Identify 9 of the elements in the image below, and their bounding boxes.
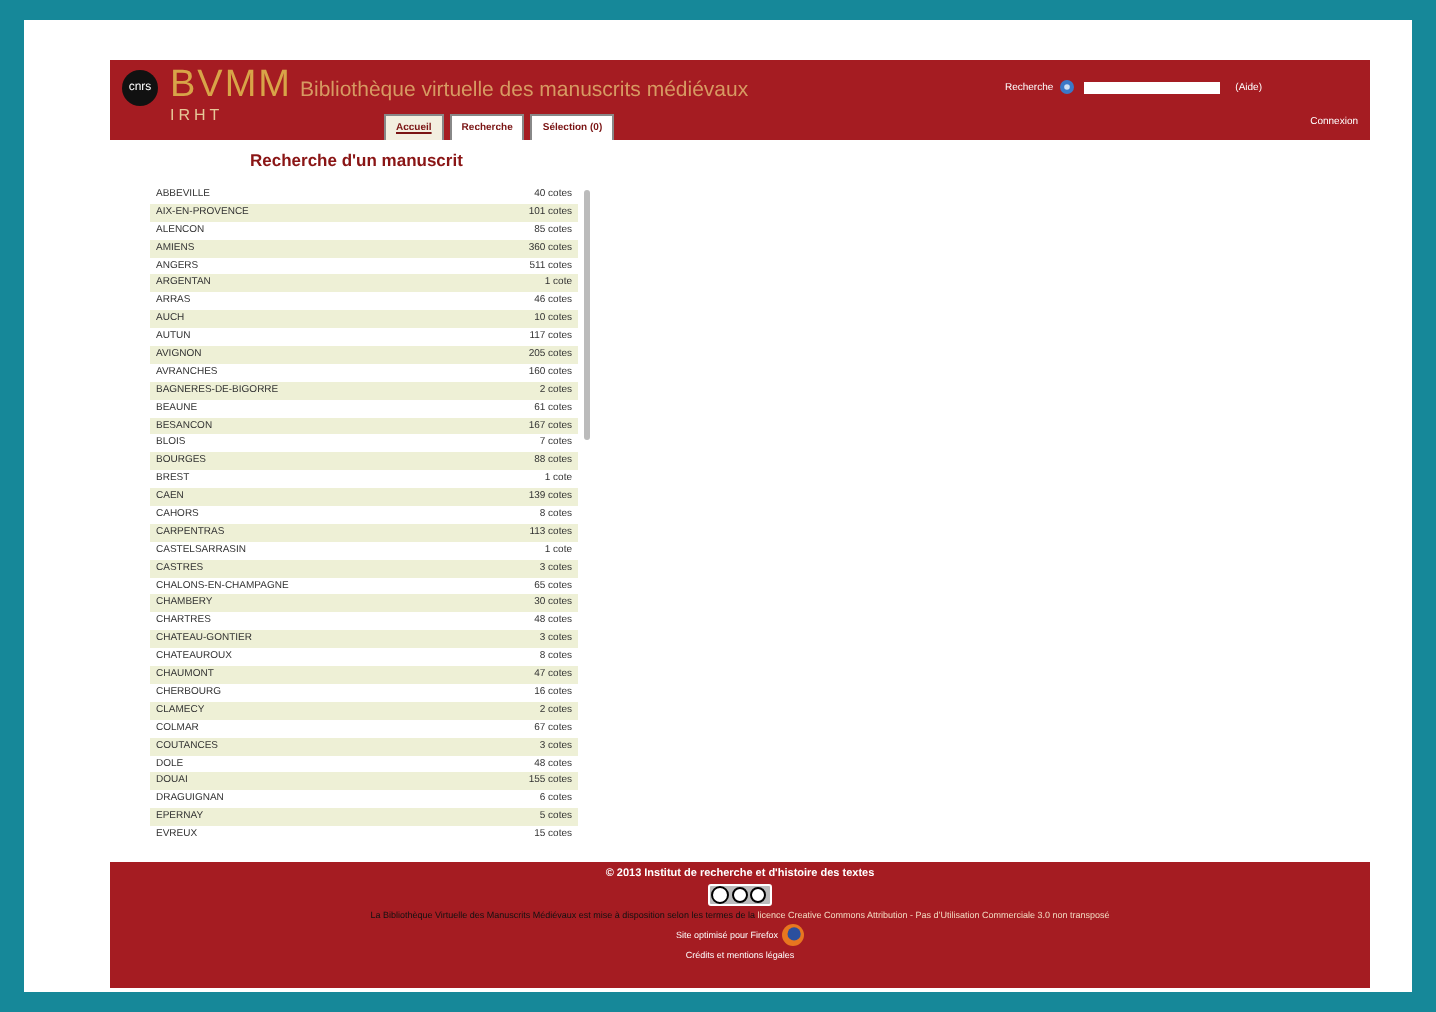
scrollbar[interactable]: [584, 190, 590, 440]
globe-icon: [782, 924, 805, 946]
brand-name: BVMM: [170, 66, 292, 106]
help-icon[interactable]: [1059, 80, 1074, 94]
site-title: Bibliothèque virtuelle des manuscrits médiévaux: [300, 78, 749, 102]
page-heading: Recherche d'un manuscrit: [250, 150, 465, 170]
brand-subtitle: IRHT: [170, 106, 226, 124]
search-field[interactable]: [1083, 81, 1220, 93]
license-badge-icon[interactable]: [708, 884, 772, 906]
